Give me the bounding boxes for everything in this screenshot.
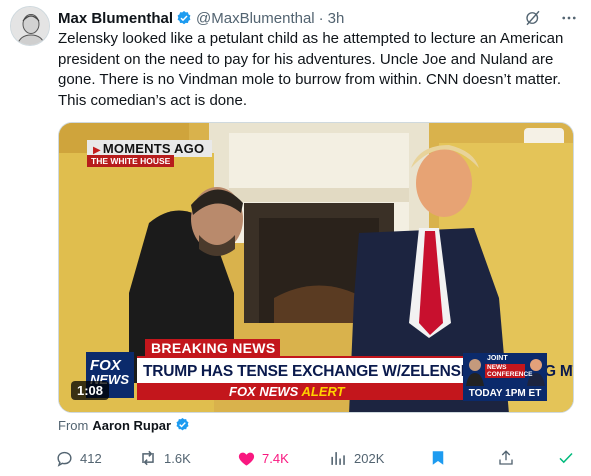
tweet-header: Max Blumenthal @MaxBlumenthal · 3h [58, 8, 344, 28]
avatar[interactable] [10, 6, 50, 46]
author-name[interactable]: Max Blumenthal [58, 10, 173, 27]
views-button[interactable]: 202K [328, 446, 384, 470]
attribution-prefix: From [58, 417, 89, 433]
tweet-top-actions [523, 8, 579, 28]
tweet[interactable]: Max Blumenthal @MaxBlumenthal · 3h Zelen… [0, 0, 591, 476]
like-count: 7.4K [262, 450, 289, 466]
joint-news-conference-box: JOINT NEWS CONFERENCE [463, 353, 547, 387]
video-attribution: From Aaron Rupar [58, 417, 195, 433]
overlay-location: THE WHITE HOUSE [87, 155, 175, 167]
more-icon[interactable] [559, 8, 579, 28]
views-count: 202K [354, 450, 385, 466]
tweet-text: Zelensky looked like a petulant child as… [58, 30, 564, 109]
like-button[interactable]: 7.4K [236, 446, 289, 470]
today-time-label: TODAY 1PM ET [463, 387, 547, 401]
author-handle[interactable]: @MaxBlumenthal [196, 10, 315, 27]
fox-news-alert-bar: FOX NEWS ALERT [137, 383, 463, 400]
repost-icon [138, 448, 158, 468]
reply-button[interactable]: 412 [54, 446, 102, 470]
bookmark-button[interactable] [428, 446, 454, 470]
breaking-news-banner: BREAKING NEWS [145, 339, 280, 357]
video-duration: 1:08 [71, 381, 110, 400]
separator-dot: · [318, 9, 324, 27]
check-button[interactable] [556, 446, 582, 470]
like-icon [236, 448, 256, 468]
bookmark-icon [428, 448, 448, 468]
repost-count: 1.6K [164, 450, 191, 466]
reply-count: 412 [80, 450, 102, 466]
timestamp[interactable]: 3h [328, 10, 345, 27]
share-button[interactable] [496, 446, 522, 470]
views-icon [328, 448, 348, 468]
grok-icon[interactable] [523, 8, 543, 28]
attribution-author[interactable]: Aaron Rupar [92, 418, 171, 433]
repost-button[interactable]: 1.6K [138, 446, 191, 470]
video-player[interactable]: ▶ MOMENTS AGO THE WHITE HOUSE FOX NEWS BR… [58, 122, 574, 413]
share-icon [496, 448, 516, 468]
check-icon [556, 448, 576, 468]
verified-badge-icon [175, 417, 191, 433]
reply-icon [54, 448, 74, 468]
news-headline: TRUMP HAS TENSE EXCHANGE W/ZELENSKYY DUR… [137, 356, 573, 383]
tweet-actions: 412 1.6K 7.4K 202K [54, 446, 584, 470]
verified-badge-icon [176, 10, 192, 26]
